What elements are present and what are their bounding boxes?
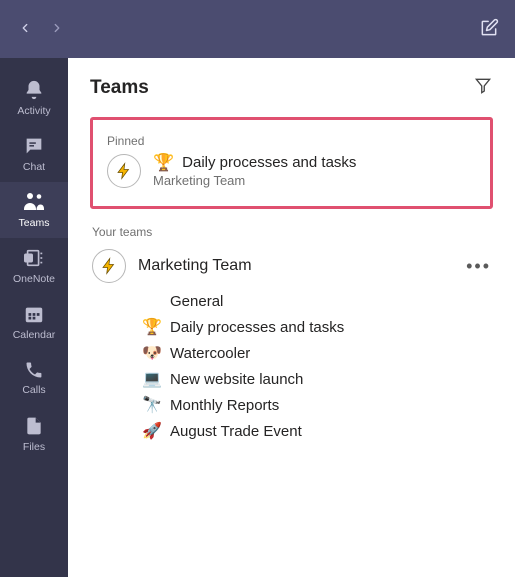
teams-panel: Teams Pinned 🏆 Daily processes and tasks… bbox=[68, 58, 515, 577]
rail-label: Chat bbox=[23, 161, 45, 173]
channel-name: August Trade Event bbox=[170, 423, 302, 440]
rail-calls[interactable]: Calls bbox=[0, 350, 68, 406]
rail-activity[interactable]: Activity bbox=[0, 70, 68, 126]
compose-button[interactable] bbox=[479, 18, 499, 41]
page-title: Teams bbox=[90, 77, 473, 99]
laptop-icon: 💻 bbox=[142, 372, 162, 388]
rocket-icon: 🚀 bbox=[142, 424, 162, 440]
channel-name: Daily processes and tasks bbox=[170, 319, 344, 336]
app-rail: Activity Chat Teams OneNote bbox=[0, 58, 68, 577]
team-avatar-lightning-icon bbox=[92, 249, 126, 283]
rail-files[interactable]: Files bbox=[0, 406, 68, 462]
forward-button[interactable] bbox=[50, 21, 64, 38]
telescope-icon: 🔭 bbox=[142, 398, 162, 414]
titlebar bbox=[0, 0, 515, 58]
rail-label: Calls bbox=[22, 384, 45, 396]
channel-item[interactable]: General bbox=[142, 293, 493, 310]
rail-label: OneNote bbox=[13, 273, 55, 285]
onenote-icon bbox=[23, 247, 45, 269]
rail-chat[interactable]: Chat bbox=[0, 126, 68, 182]
dog-icon: 🐶 bbox=[142, 346, 162, 362]
rail-label: Activity bbox=[17, 105, 50, 117]
team-more-button[interactable]: ••• bbox=[464, 256, 493, 277]
file-icon bbox=[24, 415, 44, 437]
rail-label: Calendar bbox=[13, 329, 56, 341]
bell-icon bbox=[23, 79, 45, 101]
rail-onenote[interactable]: OneNote bbox=[0, 238, 68, 294]
pinned-channel-name: Daily processes and tasks bbox=[182, 154, 356, 171]
pinned-channel-team: Marketing Team bbox=[153, 173, 356, 188]
channel-item[interactable]: 💻 New website launch bbox=[142, 371, 493, 388]
rail-calendar[interactable]: Calendar bbox=[0, 294, 68, 350]
channel-name: New website launch bbox=[170, 371, 303, 388]
channel-item[interactable]: 🚀 August Trade Event bbox=[142, 423, 493, 440]
teams-icon bbox=[22, 191, 46, 213]
back-button[interactable] bbox=[18, 21, 32, 38]
rail-label: Teams bbox=[19, 217, 50, 229]
pinned-section-label: Pinned bbox=[107, 134, 476, 148]
channel-item[interactable]: 🐶 Watercooler bbox=[142, 345, 493, 362]
your-teams-section-label: Your teams bbox=[92, 225, 493, 239]
team-avatar-lightning-icon bbox=[107, 154, 141, 188]
trophy-icon: 🏆 bbox=[142, 320, 162, 336]
channel-item[interactable]: 🔭 Monthly Reports bbox=[142, 397, 493, 414]
rail-teams[interactable]: Teams bbox=[0, 182, 68, 238]
channel-name: Watercooler bbox=[170, 345, 250, 362]
trophy-icon: 🏆 bbox=[153, 154, 174, 171]
chat-icon bbox=[23, 135, 45, 157]
team-name: Marketing Team bbox=[138, 257, 452, 275]
channel-name: Monthly Reports bbox=[170, 397, 279, 414]
calendar-icon bbox=[23, 303, 45, 325]
channel-name: General bbox=[170, 293, 223, 310]
rail-label: Files bbox=[23, 441, 45, 453]
channel-item[interactable]: 🏆 Daily processes and tasks bbox=[142, 319, 493, 336]
filter-button[interactable] bbox=[473, 76, 493, 99]
pinned-section-highlight: Pinned 🏆 Daily processes and tasks Marke… bbox=[90, 117, 493, 209]
channel-list: General 🏆 Daily processes and tasks 🐶 Wa… bbox=[142, 293, 493, 440]
pinned-channel-item[interactable]: 🏆 Daily processes and tasks Marketing Te… bbox=[107, 154, 476, 188]
phone-icon bbox=[24, 360, 44, 380]
team-header[interactable]: Marketing Team ••• bbox=[92, 249, 493, 283]
